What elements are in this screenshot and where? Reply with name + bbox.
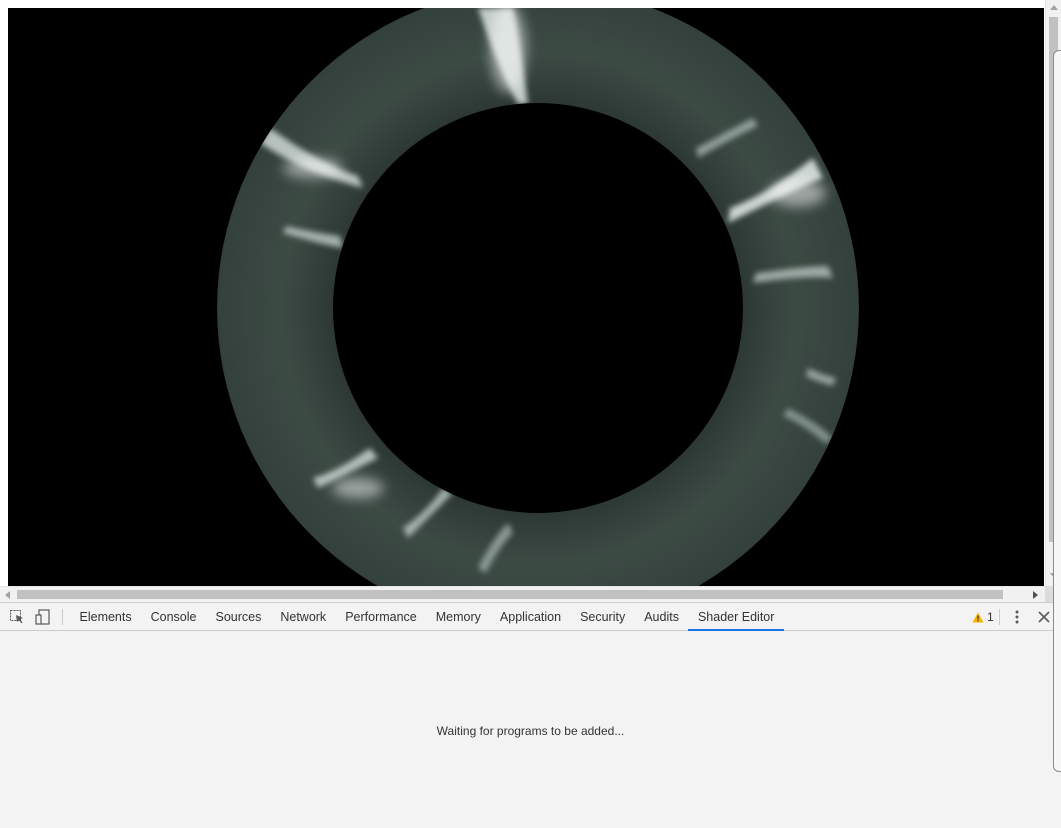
- warnings-count: 1: [987, 610, 994, 624]
- horizontal-scroll-thumb[interactable]: [17, 590, 1003, 599]
- webgl-canvas[interactable]: [8, 8, 1044, 586]
- warning-icon: [972, 612, 984, 622]
- tab-network[interactable]: Network: [271, 603, 336, 631]
- warnings-indicator[interactable]: 1: [972, 609, 994, 625]
- adjacent-window-edge: [1053, 50, 1061, 772]
- scroll-up-arrow-icon[interactable]: [1050, 5, 1058, 10]
- scroll-right-arrow-icon[interactable]: [1033, 591, 1038, 599]
- page-viewport: [0, 0, 1061, 602]
- inspect-element-icon[interactable]: [8, 608, 26, 626]
- device-toolbar-icon[interactable]: [34, 608, 52, 626]
- close-icon[interactable]: [1036, 609, 1052, 625]
- scroll-left-arrow-icon[interactable]: [5, 591, 10, 599]
- ring: [217, 8, 859, 586]
- tab-console[interactable]: Console: [141, 603, 206, 631]
- devtools-panel: Elements Console Sources Network Perform…: [0, 602, 1061, 828]
- tab-performance[interactable]: Performance: [336, 603, 427, 631]
- empty-state-message: Waiting for programs to be added...: [436, 724, 625, 738]
- tab-sources[interactable]: Sources: [206, 603, 271, 631]
- tab-audits[interactable]: Audits: [635, 603, 689, 631]
- devtools-toolbar: Elements Console Sources Network Perform…: [0, 603, 1053, 631]
- horizontal-scrollbar[interactable]: [0, 586, 1045, 602]
- tab-memory[interactable]: Memory: [426, 603, 490, 631]
- tab-shader-editor[interactable]: Shader Editor: [688, 603, 785, 631]
- shader-editor-panel: Waiting for programs to be added...: [0, 631, 1053, 828]
- toolbar-divider: [62, 609, 63, 625]
- tab-security[interactable]: Security: [571, 603, 635, 631]
- more-vertical-icon[interactable]: [1010, 608, 1024, 626]
- tab-elements[interactable]: Elements: [70, 603, 141, 631]
- toolbar-divider: [999, 609, 1000, 625]
- tab-application[interactable]: Application: [490, 603, 570, 631]
- browser-window: Elements Console Sources Network Perform…: [0, 0, 1061, 828]
- devtools-tabs: Elements Console Sources Network Perform…: [70, 603, 785, 631]
